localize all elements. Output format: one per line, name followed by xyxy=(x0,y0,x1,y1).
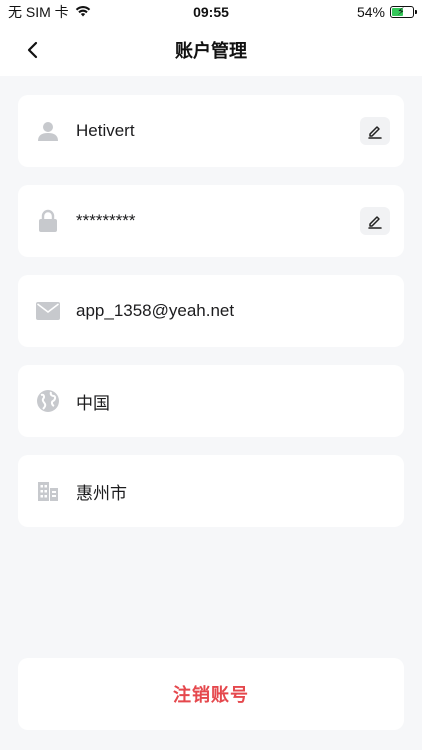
building-icon xyxy=(36,479,60,503)
pencil-icon xyxy=(368,126,382,139)
delete-account-label: 注销账号 xyxy=(173,685,249,705)
chevron-left-icon xyxy=(27,41,38,59)
page-title: 账户管理 xyxy=(175,41,247,61)
status-right: 54% ⚡ xyxy=(356,4,417,20)
charging-bolt-icon: ⚡ xyxy=(397,6,405,18)
navigation-bar: 账户管理 xyxy=(0,24,422,76)
delete-account-button[interactable]: 注销账号 xyxy=(18,658,404,730)
globe-icon xyxy=(36,389,60,413)
edit-username-button[interactable] xyxy=(360,117,390,145)
back-button[interactable] xyxy=(18,36,46,64)
status-left: 无 SIM 卡 xyxy=(8,2,91,22)
password-card: ********* xyxy=(18,185,404,257)
battery-icon: ⚡ xyxy=(390,6,417,18)
wifi-icon xyxy=(75,4,91,20)
battery-percent: 54% xyxy=(356,4,385,20)
lock-icon xyxy=(36,209,60,233)
country-value: 中国 xyxy=(76,393,110,413)
carrier-label: 无 SIM 卡 xyxy=(8,4,69,20)
edit-password-button[interactable] xyxy=(360,207,390,235)
city-card: 惠州市 xyxy=(18,455,404,527)
username-value: Hetivert xyxy=(76,121,135,140)
username-card: Hetivert xyxy=(18,95,404,167)
password-value: ********* xyxy=(76,211,136,230)
person-icon xyxy=(36,119,60,143)
city-value: 惠州市 xyxy=(76,483,127,503)
country-card: 中国 xyxy=(18,365,404,437)
mail-icon xyxy=(36,299,60,323)
status-bar: 无 SIM 卡 09:55 54% ⚡ xyxy=(0,0,422,24)
account-management-screen: 无 SIM 卡 09:55 54% ⚡ 账户管理 Hetivert ******… xyxy=(0,0,422,750)
pencil-icon xyxy=(368,216,382,229)
email-card: app_1358@yeah.net xyxy=(18,275,404,347)
email-value: app_1358@yeah.net xyxy=(76,301,235,320)
